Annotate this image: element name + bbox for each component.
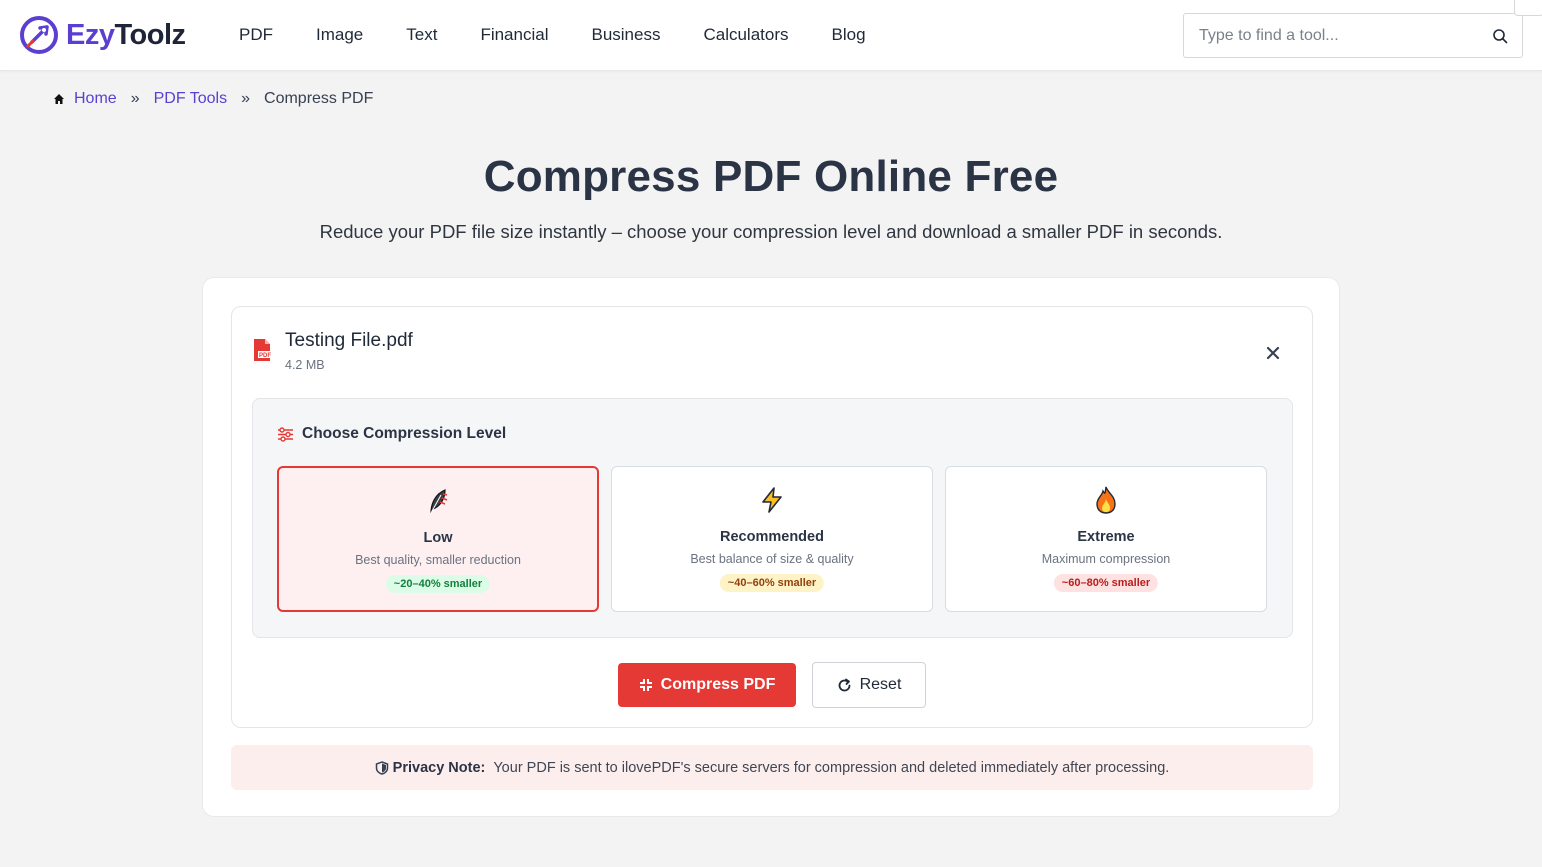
lightning-icon bbox=[762, 487, 782, 513]
compression-level-panel: Choose Compression Level Low Best qualit… bbox=[252, 398, 1293, 638]
shield-icon bbox=[375, 760, 388, 775]
option-extreme[interactable]: Extreme Maximum compression ~60–80% smal… bbox=[945, 466, 1267, 612]
breadcrumb-pdf-tools[interactable]: PDF Tools bbox=[154, 89, 228, 109]
corner-toggle[interactable] bbox=[1514, 0, 1542, 16]
option-recommended-badge: ~40–60% smaller bbox=[719, 574, 825, 592]
compress-pdf-label: Compress PDF bbox=[660, 676, 776, 693]
privacy-note: Privacy Note: Your PDF is sent to iloveP… bbox=[231, 745, 1313, 790]
file-size: 4.2 MB bbox=[285, 358, 325, 372]
nav-financial[interactable]: Financial bbox=[480, 24, 548, 46]
breadcrumb-current: Compress PDF bbox=[264, 90, 374, 107]
fire-icon bbox=[1096, 486, 1116, 514]
tool-card: PDF Testing File.pdf 4.2 MB Choose Compr… bbox=[202, 277, 1340, 817]
nav-pdf[interactable]: PDF bbox=[239, 24, 273, 46]
home-icon bbox=[54, 94, 64, 104]
option-extreme-name: Extreme bbox=[1077, 529, 1135, 545]
top-navbar: EzyToolz PDF Image Text Financial Busine… bbox=[0, 0, 1542, 71]
brand-logo[interactable]: EzyToolz bbox=[20, 16, 186, 54]
svg-text:PDF: PDF bbox=[259, 353, 271, 359]
breadcrumb-separator: » bbox=[241, 90, 251, 107]
nav-text[interactable]: Text bbox=[406, 24, 437, 46]
remove-file-button[interactable] bbox=[1260, 340, 1286, 366]
option-low-badge: ~20–40% smaller bbox=[385, 575, 491, 593]
rocket-logo-icon bbox=[20, 16, 58, 54]
sliders-icon bbox=[278, 426, 293, 442]
reset-icon bbox=[838, 678, 850, 691]
compression-heading-label: Choose Compression Level bbox=[302, 425, 507, 442]
search-icon[interactable] bbox=[1492, 28, 1508, 44]
compress-pdf-button[interactable]: Compress PDF bbox=[618, 663, 796, 707]
reset-button[interactable]: Reset bbox=[812, 662, 926, 708]
option-low-name: Low bbox=[423, 530, 453, 546]
nav-calculators[interactable]: Calculators bbox=[703, 24, 788, 46]
option-extreme-desc: Maximum compression bbox=[1041, 552, 1171, 566]
search-box bbox=[1183, 13, 1523, 58]
pdf-file-icon: PDF bbox=[254, 339, 272, 361]
option-low[interactable]: Low Best quality, smaller reduction ~20–… bbox=[277, 466, 599, 612]
breadcrumb: Home » PDF Tools » Compress PDF bbox=[53, 89, 373, 109]
search-input[interactable] bbox=[1184, 14, 1484, 57]
privacy-label: Privacy Note: bbox=[392, 759, 486, 776]
breadcrumb-separator: » bbox=[130, 90, 140, 107]
main-nav: PDF Image Text Financial Business Calcul… bbox=[239, 24, 909, 46]
compression-heading: Choose Compression Level bbox=[277, 425, 506, 443]
close-icon bbox=[1266, 346, 1280, 360]
option-recommended[interactable]: Recommended Best balance of size & quali… bbox=[611, 466, 933, 612]
file-name: Testing File.pdf bbox=[285, 330, 413, 351]
page-subtitle: Reduce your PDF file size instantly – ch… bbox=[319, 221, 1223, 242]
breadcrumb-home[interactable]: Home bbox=[74, 89, 117, 109]
brand-name: EzyToolz bbox=[66, 18, 186, 51]
page-title: Compress PDF Online Free bbox=[483, 152, 1059, 201]
privacy-text: Your PDF is sent to ilovePDF's secure se… bbox=[493, 759, 1170, 776]
reset-label: Reset bbox=[859, 676, 902, 693]
nav-blog[interactable]: Blog bbox=[832, 24, 866, 46]
option-recommended-name: Recommended bbox=[720, 529, 824, 545]
compress-icon bbox=[639, 679, 652, 691]
nav-image[interactable]: Image bbox=[316, 24, 363, 46]
option-low-desc: Best quality, smaller reduction bbox=[355, 553, 521, 567]
feather-icon bbox=[430, 489, 448, 514]
nav-business[interactable]: Business bbox=[591, 24, 660, 46]
option-recommended-desc: Best balance of size & quality bbox=[690, 552, 854, 566]
file-panel: PDF Testing File.pdf 4.2 MB Choose Compr… bbox=[231, 306, 1313, 728]
option-extreme-badge: ~60–80% smaller bbox=[1053, 574, 1159, 592]
